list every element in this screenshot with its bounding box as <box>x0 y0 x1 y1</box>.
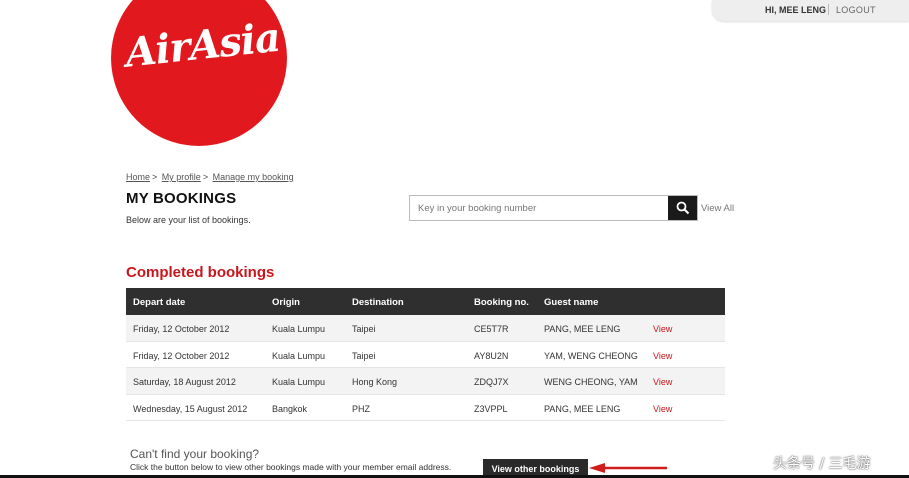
column-header: Booking no. <box>474 297 529 308</box>
booking-number: Z3VPPL <box>474 403 508 414</box>
view-booking-link[interactable]: View <box>653 377 672 387</box>
guest-name: PANG, MEE LENG <box>544 403 621 414</box>
page-title: MY BOOKINGS <box>126 190 237 207</box>
red-arrow-icon <box>589 463 667 473</box>
breadcrumb: Home > My profile > Manage my booking <box>126 172 294 182</box>
booking-search <box>409 195 698 221</box>
completed-bookings-title: Completed bookings <box>126 264 275 281</box>
depart-date: Friday, 12 October 2012 <box>133 350 230 361</box>
origin: Kuala Lumpu <box>272 324 326 334</box>
column-header: Destination <box>352 297 404 308</box>
watermark: 头条号 / 三毛游 <box>773 456 871 472</box>
view-booking-link[interactable]: View <box>653 324 672 334</box>
view-booking-link[interactable]: View <box>653 351 672 361</box>
page-subtitle: Below are your list of bookings. <box>126 215 251 225</box>
search-button[interactable] <box>668 196 697 220</box>
bookings-table: Depart date Origin Destination Booking n… <box>126 288 725 421</box>
destination: Hong Kong <box>352 377 398 387</box>
breadcrumb-my-profile[interactable]: My profile <box>162 172 201 182</box>
guest-name: WENG CHEONG, YAM <box>544 377 638 387</box>
booking-number: CE5T7R <box>474 324 509 334</box>
breadcrumb-separator: > <box>152 172 158 182</box>
user-greeting: HI, MEE LENG <box>765 5 827 15</box>
table-header: Depart date Origin Destination Booking n… <box>126 288 725 315</box>
depart-date: Friday, 12 October 2012 <box>133 324 230 334</box>
column-header: Depart date <box>133 297 186 308</box>
cant-find-title: Can't find your booking? <box>130 447 260 461</box>
logo-wordmark: AirAsia <box>122 13 283 77</box>
destination: Taipei <box>352 350 376 361</box>
table-row: Friday, 12 October 2012 Kuala Lumpu Taip… <box>126 342 725 368</box>
user-bar: HI, MEE LENG LOGOUT <box>712 0 909 21</box>
view-all-link[interactable]: View All <box>701 203 734 214</box>
destination: Taipei <box>352 324 376 334</box>
depart-date: Saturday, 18 August 2012 <box>133 377 236 387</box>
guest-name: YAM, WENG CHEONG <box>544 350 638 361</box>
column-header: Guest name <box>544 297 599 308</box>
booking-number: ZDQJ7X <box>474 377 509 387</box>
divider <box>828 4 829 15</box>
cant-find-text: Click the button below to view other boo… <box>130 462 452 472</box>
destination: PHZ <box>352 403 370 414</box>
airasia-logo[interactable]: AirAsia <box>111 0 287 146</box>
table-row: Friday, 12 October 2012 Kuala Lumpu Taip… <box>126 315 725 342</box>
view-booking-link[interactable]: View <box>653 404 672 414</box>
column-header: Origin <box>272 297 300 308</box>
breadcrumb-home[interactable]: Home <box>126 172 150 182</box>
guest-name: PANG, MEE LENG <box>544 324 621 334</box>
depart-date: Wednesday, 15 August 2012 <box>133 403 248 414</box>
table-row: Saturday, 18 August 2012 Kuala Lumpu Hon… <box>126 368 725 395</box>
breadcrumb-separator: > <box>202 172 209 182</box>
logout-link[interactable]: LOGOUT <box>836 5 876 15</box>
breadcrumb-manage-booking[interactable]: Manage my booking <box>213 172 294 182</box>
origin: Kuala Lumpu <box>272 377 326 387</box>
origin: Kuala Lumpu <box>272 350 326 361</box>
booking-number-input[interactable] <box>410 196 668 220</box>
booking-number: AY8U2N <box>474 350 509 361</box>
search-icon <box>676 201 689 215</box>
table-row: Wednesday, 15 August 2012 Bangkok PHZ Z3… <box>126 395 725 421</box>
origin: Bangkok <box>272 403 308 414</box>
